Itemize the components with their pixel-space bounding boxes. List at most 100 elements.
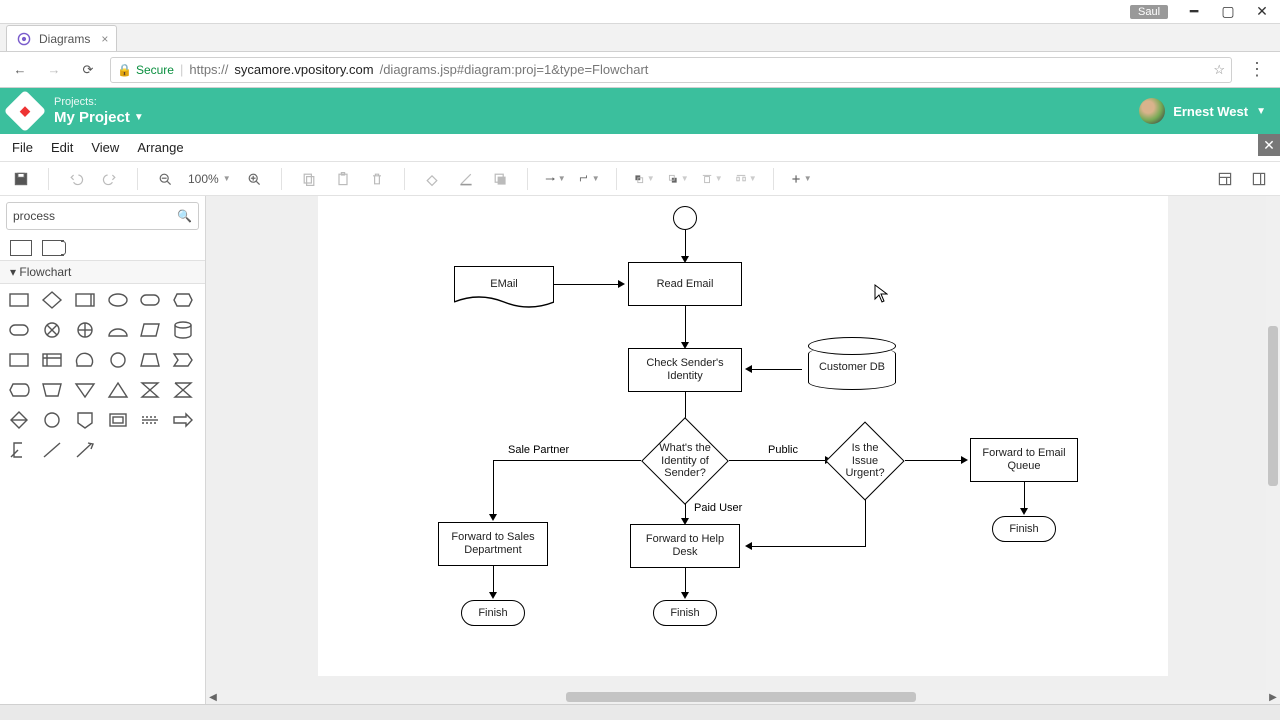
menu-view[interactable]: View — [91, 140, 119, 155]
shape-diamond[interactable] — [41, 290, 63, 310]
edge[interactable] — [752, 369, 802, 370]
delete-button[interactable] — [366, 168, 388, 190]
align-button[interactable]: ▼ — [701, 168, 723, 190]
canvas-viewport[interactable]: EMail Read Email Check Sender's Identity… — [206, 196, 1280, 690]
node-finish-sales[interactable]: Finish — [461, 600, 525, 626]
to-front-button[interactable]: ▼ — [633, 168, 655, 190]
shape-triangle-up[interactable] — [107, 380, 129, 400]
shape-tape[interactable] — [74, 350, 96, 370]
shape-terminator[interactable] — [139, 290, 161, 310]
shape-subprocess[interactable] — [74, 290, 96, 310]
line-color-button[interactable] — [455, 168, 477, 190]
shape-triangle-down[interactable] — [74, 380, 96, 400]
node-identity-decision[interactable]: What's the Identity of Sender? — [641, 417, 729, 505]
zoom-in-button[interactable] — [243, 168, 265, 190]
window-maximize-button[interactable]: ▢ — [1220, 1, 1236, 23]
shape-parallelogram[interactable] — [139, 320, 161, 340]
edge[interactable] — [685, 306, 686, 344]
shape-annotation[interactable] — [107, 410, 129, 430]
window-minimize-button[interactable]: ━ — [1186, 1, 1202, 23]
outline-panel-button[interactable] — [1248, 168, 1270, 190]
zoom-out-button[interactable] — [154, 168, 176, 190]
node-read-email[interactable]: Read Email — [628, 262, 742, 306]
shape-circle[interactable] — [107, 350, 129, 370]
shape-sort[interactable] — [8, 410, 30, 430]
edge[interactable] — [685, 568, 686, 594]
shape-arrow-right[interactable] — [172, 410, 194, 430]
shape-offpage[interactable] — [74, 410, 96, 430]
edge[interactable] — [1024, 482, 1025, 510]
horizontal-scrollbar[interactable]: ◀ ▶ — [206, 690, 1280, 704]
nav-reload-button[interactable]: ⟳ — [76, 58, 100, 82]
node-fwd-queue[interactable]: Forward to Email Queue — [970, 438, 1078, 482]
shape-stadium[interactable] — [8, 320, 30, 340]
edge[interactable] — [905, 460, 963, 461]
paste-button[interactable] — [332, 168, 354, 190]
fill-color-button[interactable] — [421, 168, 443, 190]
shape-card[interactable] — [8, 350, 30, 370]
menu-edit[interactable]: Edit — [51, 140, 73, 155]
distribute-button[interactable]: ▼ — [735, 168, 757, 190]
tab-close-icon[interactable]: × — [101, 32, 108, 46]
shape-hexagon[interactable] — [172, 290, 194, 310]
shape-ellipse[interactable] — [107, 290, 129, 310]
result-shape-process[interactable] — [10, 240, 32, 256]
edge[interactable] — [554, 284, 620, 285]
node-finish-queue[interactable]: Finish — [992, 516, 1056, 542]
shape-manual-op[interactable] — [41, 380, 63, 400]
shape-trapezoid[interactable] — [139, 350, 161, 370]
to-back-button[interactable]: ▼ — [667, 168, 689, 190]
edge[interactable] — [729, 460, 827, 461]
node-start[interactable] — [673, 206, 697, 230]
scrollbar-thumb[interactable] — [566, 692, 916, 702]
app-logo-icon[interactable]: ◆ — [4, 90, 46, 132]
shape-collate2[interactable] — [172, 380, 194, 400]
edge[interactable] — [865, 500, 866, 546]
shape-line-arrow[interactable] — [74, 440, 96, 460]
menu-arrange[interactable]: Arrange — [137, 140, 183, 155]
vertical-scrollbar[interactable] — [1266, 196, 1280, 690]
insert-button[interactable]: ▼ — [790, 168, 812, 190]
shape-hourglass[interactable] — [139, 380, 161, 400]
shape-display[interactable] — [8, 380, 30, 400]
format-panel-button[interactable] — [1214, 168, 1236, 190]
shadow-button[interactable] — [489, 168, 511, 190]
redo-button[interactable] — [99, 168, 121, 190]
shape-chevron[interactable] — [172, 350, 194, 370]
result-shape-subprocess[interactable] — [42, 240, 64, 256]
node-email[interactable]: EMail — [454, 266, 554, 302]
nav-back-button[interactable]: ← — [8, 58, 32, 82]
zoom-select[interactable]: 100% ▼ — [188, 172, 231, 186]
shape-search-input[interactable]: process 🔍 — [6, 202, 199, 230]
edge[interactable] — [752, 546, 866, 547]
edge[interactable] — [493, 460, 641, 461]
shape-plus-circle[interactable] — [74, 320, 96, 340]
undo-button[interactable] — [65, 168, 87, 190]
nav-forward-button[interactable]: → — [42, 58, 66, 82]
url-input[interactable]: 🔒 Secure | https://sycamore.vpository.co… — [110, 57, 1232, 83]
user-menu[interactable]: Ernest West ▼ — [1139, 98, 1266, 124]
shape-half-ellipse[interactable] — [107, 320, 129, 340]
browser-menu-button[interactable]: ⋮ — [1242, 59, 1272, 80]
shape-cylinder[interactable] — [172, 320, 194, 340]
scrollbar-thumb[interactable] — [1268, 326, 1278, 486]
shape-connector[interactable] — [41, 410, 63, 430]
menu-file[interactable]: File — [12, 140, 33, 155]
node-finish-help[interactable]: Finish — [653, 600, 717, 626]
node-fwd-sales[interactable]: Forward to Sales Department — [438, 522, 548, 566]
copy-button[interactable] — [298, 168, 320, 190]
shape-crossed-circle[interactable] — [41, 320, 63, 340]
connection-line-button[interactable]: ▼ — [578, 168, 600, 190]
connection-arrow-button[interactable]: ▼ — [544, 168, 566, 190]
save-button[interactable] — [10, 168, 32, 190]
node-urgent-decision[interactable]: Is the Issue Urgent? — [825, 421, 904, 500]
shape-line[interactable] — [41, 440, 63, 460]
bookmark-star-icon[interactable]: ☆ — [1213, 62, 1225, 78]
project-selector[interactable]: Projects: My Project▼ — [54, 96, 144, 126]
search-icon[interactable]: 🔍 — [177, 209, 192, 223]
window-close-button[interactable]: ✕ — [1254, 1, 1270, 23]
panel-close-button[interactable]: ✕ — [1258, 134, 1280, 156]
shape-internal-storage[interactable] — [41, 350, 63, 370]
edge[interactable] — [493, 566, 494, 594]
diagram-page[interactable]: EMail Read Email Check Sender's Identity… — [318, 196, 1168, 676]
